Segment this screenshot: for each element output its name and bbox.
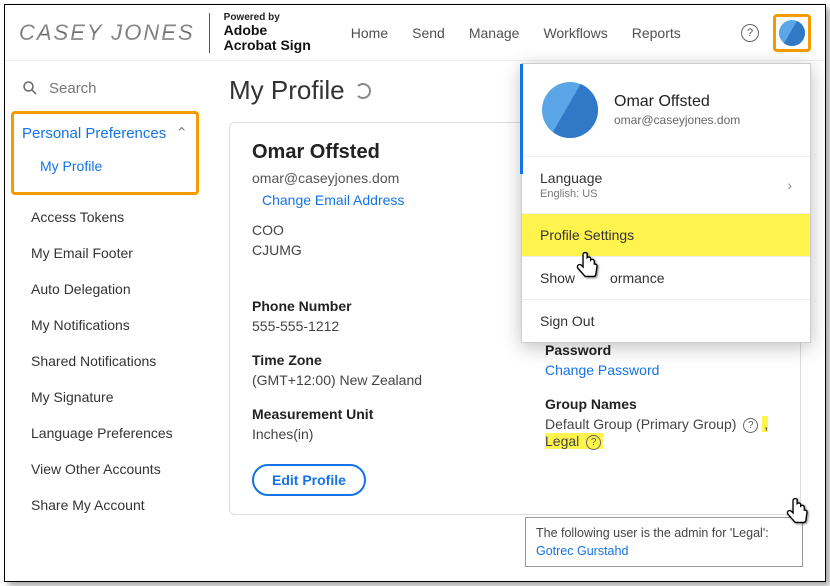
menu-language[interactable]: Language English: US › <box>522 157 810 214</box>
chevron-up-icon: ⌃ <box>175 124 188 142</box>
edit-profile-button[interactable]: Edit Profile <box>252 464 366 496</box>
sidebar-item-my-signature[interactable]: My Signature <box>5 379 205 415</box>
top-nav: Home Send Manage Workflows Reports <box>351 25 681 41</box>
sidebar-item-email-footer[interactable]: My Email Footer <box>5 235 205 271</box>
divider <box>209 13 210 53</box>
sidebar-item-share-my-account[interactable]: Share My Account <box>5 487 205 523</box>
sidebar-item-auto-delegation[interactable]: Auto Delegation <box>5 271 205 307</box>
menu-sign-out[interactable]: Sign Out <box>522 300 810 342</box>
user-menu-header: Omar Offsted omar@caseyjones.dom <box>522 64 810 157</box>
nav-manage[interactable]: Manage <box>469 25 520 41</box>
sidebar-section-personal-preferences: Personal Preferences ⌃ My Profile <box>11 111 199 195</box>
app-header: CASEY JONES Powered by Adobe Acrobat Sig… <box>5 5 825 61</box>
nav-home[interactable]: Home <box>351 25 388 41</box>
chevron-right-icon: › <box>787 177 792 193</box>
refresh-icon[interactable] <box>355 83 371 99</box>
nav-reports[interactable]: Reports <box>632 25 681 41</box>
menu-show-performance[interactable]: Show ormance <box>522 257 810 300</box>
accent-bar <box>520 64 523 174</box>
sidebar-item-language-preferences[interactable]: Language Preferences <box>5 415 205 451</box>
search-icon <box>21 79 39 97</box>
measurement-label: Measurement Unit <box>252 406 485 422</box>
user-menu: Omar Offsted omar@caseyjones.dom Languag… <box>521 63 811 343</box>
user-menu-email: omar@caseyjones.dom <box>614 113 740 127</box>
menu-profile-settings[interactable]: Profile Settings <box>522 214 810 257</box>
change-password-link[interactable]: Change Password <box>545 362 778 378</box>
sidebar-item-shared-notifications[interactable]: Shared Notifications <box>5 343 205 379</box>
avatar-icon <box>779 20 805 46</box>
help-icon[interactable]: ? <box>743 418 758 433</box>
user-menu-name: Omar Offsted <box>614 93 740 111</box>
search-input[interactable]: Search <box>5 73 205 111</box>
nav-workflows[interactable]: Workflows <box>543 25 607 41</box>
groups-value: Default Group (Primary Group) ? , Legal … <box>545 416 778 450</box>
password-label: Password <box>545 342 778 358</box>
sidebar-section-header[interactable]: Personal Preferences ⌃ <box>22 124 188 148</box>
timezone-value: (GMT+12:00) New Zealand <box>252 372 485 388</box>
phone-value: 555-555-1212 <box>252 318 485 334</box>
admin-link[interactable]: Gotrec Gurstahd <box>536 544 792 558</box>
sidebar: Search Personal Preferences ⌃ My Profile… <box>5 61 205 581</box>
sidebar-item-access-tokens[interactable]: Access Tokens <box>5 199 205 235</box>
avatar-button[interactable] <box>773 14 811 52</box>
sidebar-item-my-notifications[interactable]: My Notifications <box>5 307 205 343</box>
measurement-value: Inches(in) <box>252 426 485 442</box>
sidebar-list: Access Tokens My Email Footer Auto Deleg… <box>5 199 205 523</box>
help-icon[interactable]: ? <box>741 24 759 42</box>
sidebar-item-view-other-accounts[interactable]: View Other Accounts <box>5 451 205 487</box>
phone-label: Phone Number <box>252 298 485 314</box>
brand-logo: CASEY JONES <box>19 20 195 46</box>
admin-tooltip: The following user is the admin for 'Leg… <box>525 517 803 567</box>
nav-send[interactable]: Send <box>412 25 445 41</box>
sidebar-item-my-profile[interactable]: My Profile <box>22 148 188 184</box>
powered-by: Powered by Adobe Acrobat Sign <box>224 12 311 54</box>
help-icon[interactable]: ? <box>586 435 601 450</box>
timezone-label: Time Zone <box>252 352 485 368</box>
groups-label: Group Names <box>545 396 778 412</box>
avatar-icon <box>542 82 598 138</box>
